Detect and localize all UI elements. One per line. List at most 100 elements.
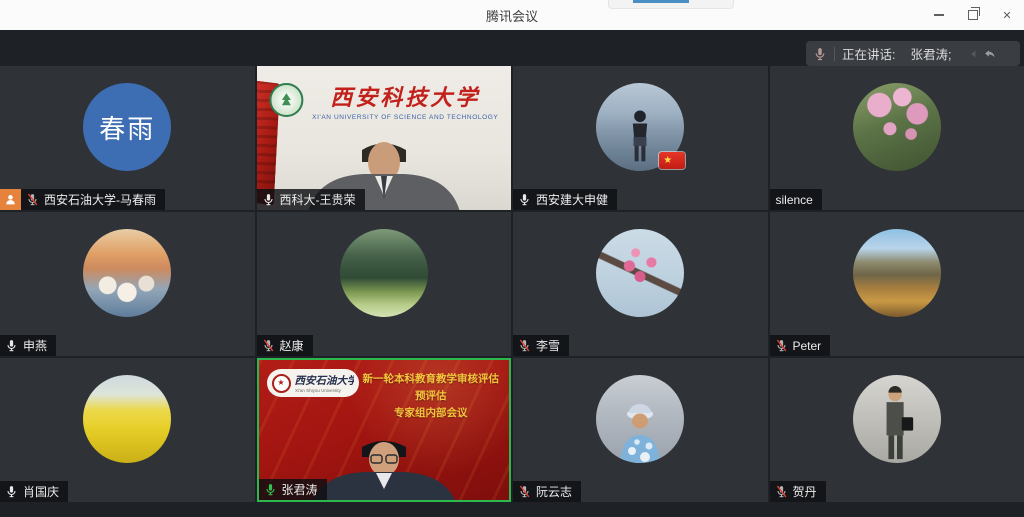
meeting-banner: 新一轮本科教育教学审核评估预评估 专家组内部会议 xyxy=(359,371,504,421)
participant-name: Peter xyxy=(793,339,822,353)
photo-avatar xyxy=(83,229,171,317)
close-button[interactable]: ✕ xyxy=(990,0,1024,30)
university-name-cn: 西安科技大学 xyxy=(330,80,480,112)
avatar xyxy=(83,375,171,463)
mic-muted-icon xyxy=(775,485,788,498)
avatar: ★ xyxy=(596,83,684,171)
avatar xyxy=(596,229,684,317)
university-logo-panel: ★ 西安石油大学 Xi'an Shiyou University xyxy=(267,369,359,397)
meeting-stage: 正在讲话: 张君涛; 春雨 西安石油大学-马春雨 xyxy=(0,30,1024,517)
window-title: 腾讯会议 xyxy=(486,6,538,25)
mic-on-icon xyxy=(262,193,275,206)
nameplate: 阮云志 xyxy=(513,481,581,502)
nameplate: 西安石油大学-马春雨 xyxy=(21,189,165,210)
avatar xyxy=(853,83,941,171)
participant-tile[interactable]: 春雨 西安石油大学-马春雨 xyxy=(0,66,255,210)
avatar xyxy=(83,229,171,317)
participant-tile[interactable]: 阮云志 xyxy=(513,358,768,502)
participant-name: 贺丹 xyxy=(793,483,817,500)
photo-avatar xyxy=(596,375,684,463)
speaking-speaker-name: 张君涛; xyxy=(910,44,951,63)
reply-arrow-icon[interactable] xyxy=(982,46,997,61)
photo-avatar xyxy=(853,83,941,171)
titlebar-accent-bar xyxy=(633,0,689,3)
avatar xyxy=(853,375,941,463)
avatar: 春雨 xyxy=(83,83,171,171)
participant-tile[interactable]: ★ 西安建大申健 xyxy=(513,66,768,210)
mic-muted-icon xyxy=(775,339,788,352)
mic-on-icon xyxy=(5,485,18,498)
photo-avatar xyxy=(83,375,171,463)
participant-tile[interactable]: 贺丹 xyxy=(770,358,1024,502)
participant-name: 张君涛 xyxy=(282,481,318,498)
figure-back-view xyxy=(622,107,658,167)
university-seal-icon: ★ xyxy=(272,374,291,393)
participant-tile[interactable]: 李雪 xyxy=(513,212,768,356)
banner-line-1: 新一轮本科教育教学审核评估预评估 xyxy=(359,371,504,405)
participant-name: 西科大-王贵荣 xyxy=(280,191,356,208)
window-titlebar: 腾讯会议 ✕ xyxy=(0,0,1024,30)
avatar xyxy=(596,375,684,463)
participant-tile[interactable]: 肖国庆 xyxy=(0,358,255,502)
mic-speaking-icon xyxy=(264,483,277,496)
microphone-icon xyxy=(813,47,827,61)
participant-tile[interactable]: silence xyxy=(770,66,1024,210)
participant-name: 西安建大申健 xyxy=(536,191,608,208)
figure-standing-man xyxy=(874,385,920,461)
nameplate: 肖国庆 xyxy=(0,481,68,502)
nameplate: 张君涛 xyxy=(259,479,327,500)
collapse-left-icon[interactable] xyxy=(968,48,980,60)
mic-muted-icon xyxy=(26,193,39,206)
university-name-cn: 西安石油大学 xyxy=(295,373,354,388)
mic-on-icon xyxy=(518,193,531,206)
nameplate: Peter xyxy=(770,335,831,356)
nameplate: 赵康 xyxy=(257,335,313,356)
pine-tree-icon xyxy=(277,91,295,109)
avatar xyxy=(853,229,941,317)
window-controls: ✕ xyxy=(922,0,1024,30)
participant-name: silence xyxy=(776,193,813,207)
photo-avatar xyxy=(340,229,428,317)
host-badge xyxy=(0,189,21,210)
nameplate: 申燕 xyxy=(0,335,56,356)
minimize-button[interactable] xyxy=(922,0,956,30)
participant-name: 赵康 xyxy=(280,337,304,354)
divider xyxy=(834,47,835,61)
nameplate: 贺丹 xyxy=(770,481,826,502)
close-icon: ✕ xyxy=(1002,9,1011,22)
university-name-en: Xi'an Shiyou University xyxy=(295,388,348,393)
mic-muted-icon xyxy=(262,339,275,352)
banner-line-2: 专家组内部会议 xyxy=(359,405,504,422)
restore-icon xyxy=(968,10,978,20)
participant-name: 申燕 xyxy=(23,337,47,354)
nameplate: 西科大-王贵荣 xyxy=(257,189,365,210)
participant-tile[interactable]: Peter xyxy=(770,212,1024,356)
university-backdrop: 西安科技大学 XI'AN UNIVERSITY OF SCIENCE AND T… xyxy=(269,80,498,121)
participant-name: 阮云志 xyxy=(536,483,572,500)
speaking-label: 正在讲话: xyxy=(842,44,895,63)
university-name-en: XI'AN UNIVERSITY OF SCIENCE AND TECHNOLO… xyxy=(312,114,498,121)
avatar-initials: 春雨 xyxy=(99,109,155,146)
avatar xyxy=(340,229,428,317)
nameplate: 西安建大申健 xyxy=(513,189,617,210)
initials-avatar: 春雨 xyxy=(83,83,171,171)
mic-muted-icon xyxy=(518,485,531,498)
person-icon xyxy=(4,193,17,206)
participant-name: 李雪 xyxy=(536,337,560,354)
participant-name: 肖国庆 xyxy=(23,483,59,500)
china-flag-badge: ★ xyxy=(659,152,685,169)
participant-tile[interactable]: 赵康 xyxy=(257,212,512,356)
participant-tile[interactable]: 申燕 xyxy=(0,212,255,356)
participant-tile-active-speaker[interactable]: ★ 西安石油大学 Xi'an Shiyou University 新一轮本科教育… xyxy=(257,358,512,502)
restore-button[interactable] xyxy=(956,0,990,30)
figure-tiedye-man xyxy=(608,401,672,463)
speaking-indicator-bar[interactable]: 正在讲话: 张君涛; xyxy=(806,41,1020,66)
nameplate: 李雪 xyxy=(513,335,569,356)
participant-tile[interactable]: 西安科技大学 XI'AN UNIVERSITY OF SCIENCE AND T… xyxy=(257,66,512,210)
mic-muted-icon xyxy=(518,339,531,352)
photo-avatar xyxy=(596,229,684,317)
participant-name: 西安石油大学-马春雨 xyxy=(44,191,156,208)
minimize-icon xyxy=(934,14,944,16)
mic-on-icon xyxy=(5,339,18,352)
photo-avatar xyxy=(853,375,941,463)
